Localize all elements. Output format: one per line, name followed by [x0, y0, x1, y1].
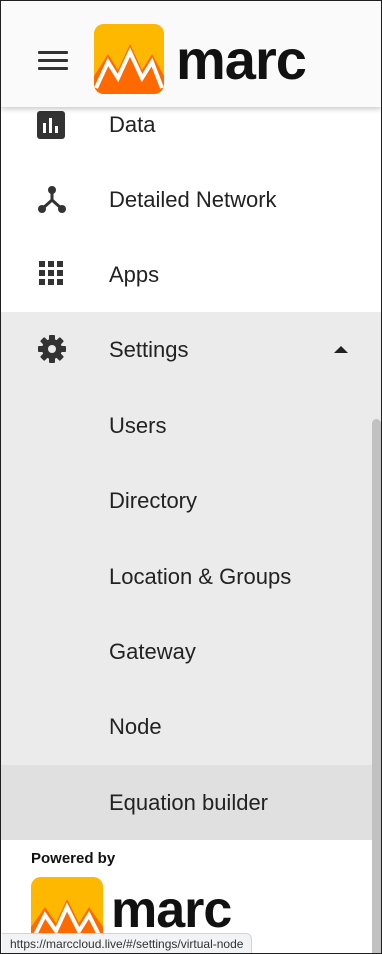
apps-grid-icon	[37, 259, 67, 289]
settings-group: Settings Users Directory Location & Grou…	[1, 312, 381, 840]
sidebar-subitem-label: Gateway	[109, 639, 196, 664]
sidebar-subitem-label: Users	[109, 413, 167, 438]
chevron-up-icon[interactable]	[334, 346, 348, 353]
sidebar-item-label: Settings	[109, 337, 189, 362]
sidebar-subitem-label: Node	[109, 714, 162, 739]
sidebar-subitem-gateway[interactable]: Gateway	[1, 614, 381, 689]
sidebar-scrollbar[interactable]	[372, 419, 381, 953]
sidebar-item-label: Apps	[109, 262, 160, 287]
sidebar-item-detailed-network[interactable]: Detailed Network	[1, 162, 381, 237]
sidebar-subitem-directory[interactable]: Directory	[1, 463, 381, 538]
sidebar-item-settings[interactable]: Settings	[1, 312, 381, 387]
sidebar-subitem-label: Directory	[109, 488, 198, 513]
sidebar-subitem-label: Equation builder	[109, 790, 269, 815]
marc-logo-icon	[94, 24, 164, 94]
sidebar-subitem-equation-builder[interactable]: Equation builder	[1, 765, 381, 840]
powered-by-label: Powered by	[31, 850, 116, 867]
sidebar-item-label: Detailed Network	[109, 187, 277, 212]
menu-icon[interactable]	[38, 51, 68, 71]
bar-chart-icon	[37, 111, 67, 141]
gear-icon	[37, 334, 67, 364]
status-bar-url: https://marccloud.live/#/settings/virtua…	[2, 933, 253, 953]
network-icon	[37, 184, 67, 214]
app-header: marc	[1, 1, 381, 107]
sidebar-subitem-location-groups[interactable]: Location & Groups	[1, 539, 381, 614]
brand-name: marc	[176, 28, 307, 91]
app-frame: marc Data Detailed Network Apps Settings…	[0, 0, 382, 954]
sidebar-item-apps[interactable]: Apps	[1, 237, 381, 312]
sidebar-subitem-label: Location & Groups	[109, 564, 292, 589]
sidebar-subitem-node[interactable]: Node	[1, 689, 381, 764]
sidebar-subitem-users[interactable]: Users	[1, 388, 381, 463]
